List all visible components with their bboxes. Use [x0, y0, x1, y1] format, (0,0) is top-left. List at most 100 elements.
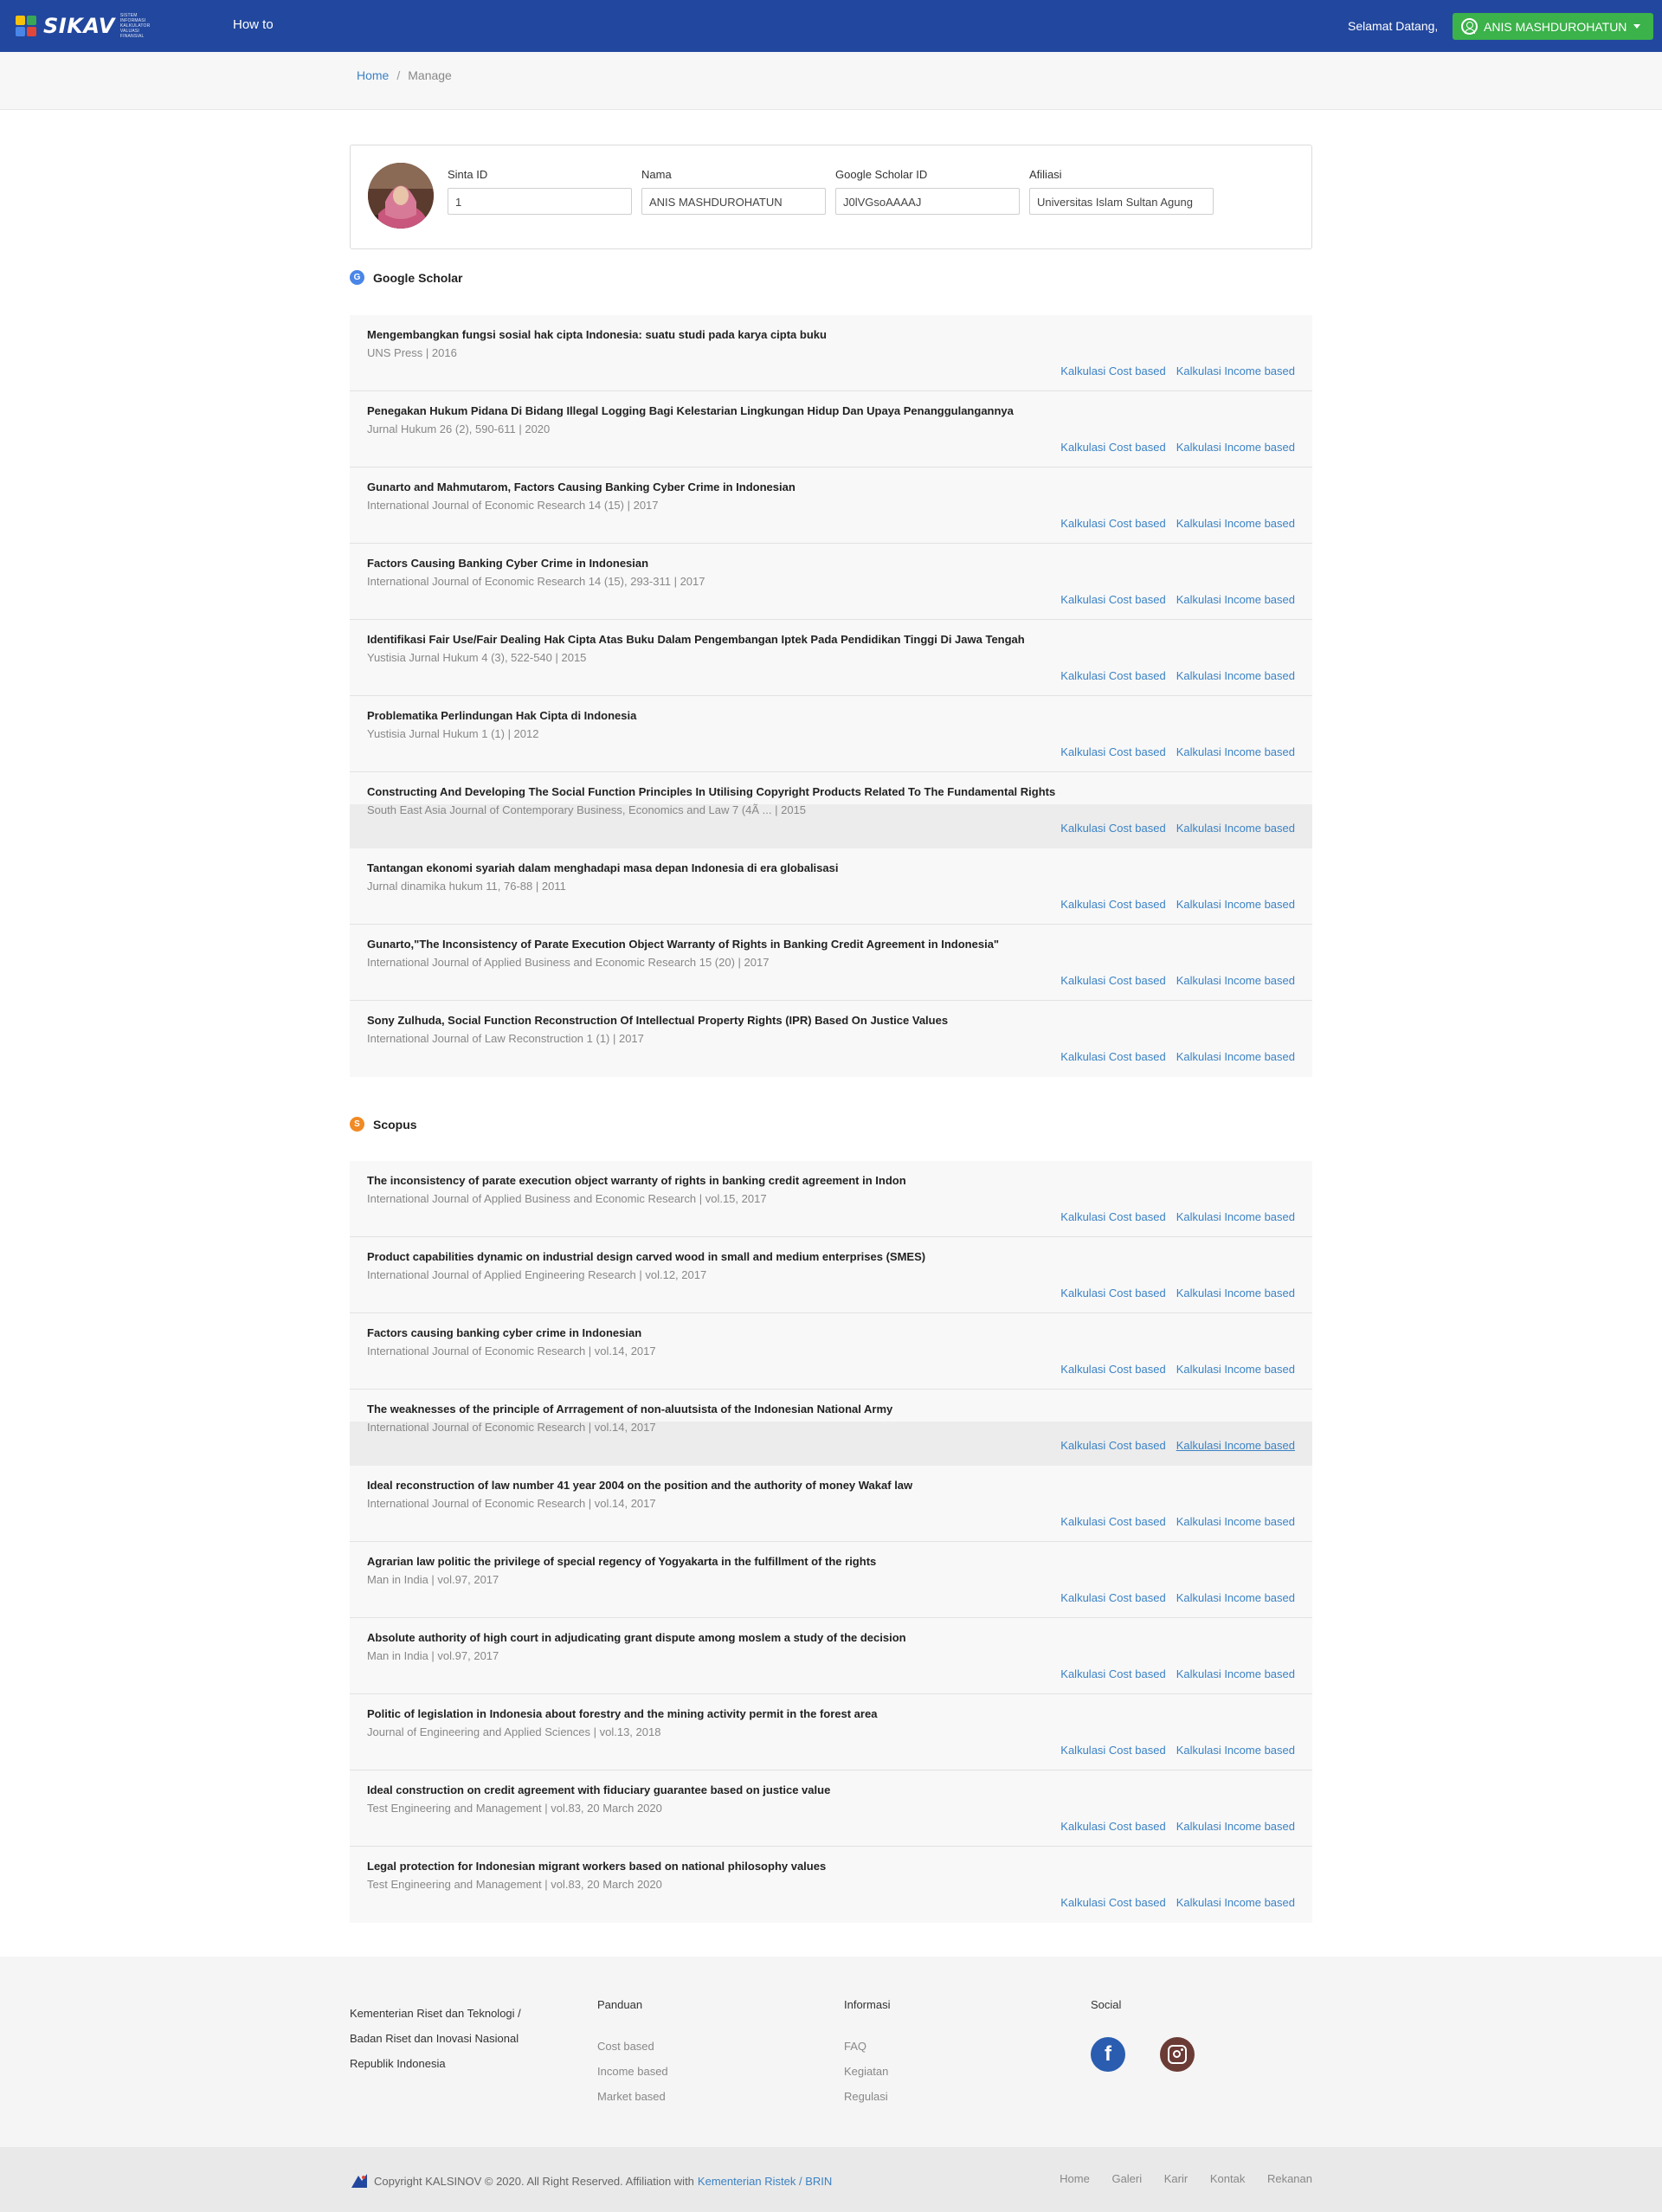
cost-based-link[interactable]: Kalkulasi Cost based	[1060, 1667, 1165, 1680]
sinta-id-input[interactable]: 1	[448, 188, 632, 215]
footer-link-market-based[interactable]: Market based	[597, 2084, 668, 2109]
nav-how-to-link[interactable]: How to	[233, 17, 274, 32]
publication-meta: Yustisia Jurnal Hukum 1 (1) | 2012	[367, 727, 539, 740]
calc-links: Kalkulasi Cost based Kalkulasi Income bas…	[1050, 1591, 1295, 1604]
income-based-link[interactable]: Kalkulasi Income based	[1176, 1439, 1295, 1452]
publication-title: Constructing And Developing The Social F…	[367, 785, 1056, 798]
income-based-link[interactable]: Kalkulasi Income based	[1176, 1591, 1295, 1604]
publication-title: Politic of legislation in Indonesia abou…	[367, 1707, 878, 1720]
calc-links: Kalkulasi Cost based Kalkulasi Income bas…	[1050, 1439, 1295, 1452]
income-based-link[interactable]: Kalkulasi Income based	[1176, 669, 1295, 682]
calc-links: Kalkulasi Cost based Kalkulasi Income bas…	[1050, 974, 1295, 987]
income-based-link[interactable]: Kalkulasi Income based	[1176, 593, 1295, 606]
sikav-logo[interactable]: SIKAV SISTEM INFORMASI KALKULATOR VALUAS…	[16, 13, 160, 39]
cost-based-link[interactable]: Kalkulasi Cost based	[1060, 898, 1165, 911]
publication-meta: Jurnal Hukum 26 (2), 590-611 | 2020	[367, 422, 551, 435]
income-based-link[interactable]: Kalkulasi Income based	[1176, 1820, 1295, 1833]
logo-tagline: SISTEM INFORMASI KALKULATOR VALUASI FINA…	[119, 13, 151, 39]
cost-based-link[interactable]: Kalkulasi Cost based	[1060, 822, 1165, 835]
cost-based-link[interactable]: Kalkulasi Cost based	[1060, 1896, 1165, 1909]
footer-link-faq[interactable]: FAQ	[844, 2034, 890, 2059]
income-based-link[interactable]: Kalkulasi Income based	[1176, 1210, 1295, 1223]
income-based-link[interactable]: Kalkulasi Income based	[1176, 1287, 1295, 1299]
google-scholar-icon: G	[350, 270, 364, 285]
publication-item: Sony Zulhuda, Social Function Reconstruc…	[350, 1001, 1312, 1077]
bottom-link-home[interactable]: Home	[1060, 2172, 1090, 2185]
footer	[0, 1957, 1662, 2147]
publication-meta: International Journal of Applied Busines…	[367, 956, 770, 969]
ministry-link[interactable]: Kementerian Ristek / BRIN	[698, 2175, 832, 2188]
income-based-link[interactable]: Kalkulasi Income based	[1176, 1896, 1295, 1909]
publication-item: The inconsistency of parate execution ob…	[350, 1161, 1312, 1237]
income-based-link[interactable]: Kalkulasi Income based	[1176, 1050, 1295, 1063]
cost-based-link[interactable]: Kalkulasi Cost based	[1060, 669, 1165, 682]
income-based-link[interactable]: Kalkulasi Income based	[1176, 745, 1295, 758]
cost-based-link[interactable]: Kalkulasi Cost based	[1060, 364, 1165, 377]
footer-link-kegiatan[interactable]: Kegiatan	[844, 2059, 890, 2084]
bottom-link-rekanan[interactable]: Rekanan	[1267, 2172, 1312, 2185]
scholar-id-input[interactable]: J0lVGsoAAAAJ	[835, 188, 1020, 215]
income-based-link[interactable]: Kalkulasi Income based	[1176, 822, 1295, 835]
cost-based-link[interactable]: Kalkulasi Cost based	[1060, 1820, 1165, 1833]
bottom-link-kontak[interactable]: Kontak	[1210, 2172, 1245, 2185]
income-based-link[interactable]: Kalkulasi Income based	[1176, 1363, 1295, 1376]
cost-based-link[interactable]: Kalkulasi Cost based	[1060, 1287, 1165, 1299]
facebook-icon[interactable]: f	[1091, 2037, 1125, 2072]
cost-based-link[interactable]: Kalkulasi Cost based	[1060, 1050, 1165, 1063]
bottom-link-galeri[interactable]: Galeri	[1111, 2172, 1142, 2185]
publication-title: Problematika Perlindungan Hak Cipta di I…	[367, 709, 637, 722]
income-based-link[interactable]: Kalkulasi Income based	[1176, 974, 1295, 987]
income-based-link[interactable]: Kalkulasi Income based	[1176, 1667, 1295, 1680]
footer-link-cost-based[interactable]: Cost based	[597, 2034, 668, 2059]
breadcrumb-home-link[interactable]: Home	[357, 68, 389, 82]
calc-links: Kalkulasi Cost based Kalkulasi Income bas…	[1050, 441, 1295, 454]
cost-based-link[interactable]: Kalkulasi Cost based	[1060, 745, 1165, 758]
cost-based-link[interactable]: Kalkulasi Cost based	[1060, 441, 1165, 454]
instagram-icon[interactable]	[1160, 2037, 1195, 2072]
income-based-link[interactable]: Kalkulasi Income based	[1176, 441, 1295, 454]
cost-based-link[interactable]: Kalkulasi Cost based	[1060, 1591, 1165, 1604]
cost-based-link[interactable]: Kalkulasi Cost based	[1060, 593, 1165, 606]
cost-based-link[interactable]: Kalkulasi Cost based	[1060, 974, 1165, 987]
publication-title: Sony Zulhuda, Social Function Reconstruc…	[367, 1014, 949, 1027]
cost-based-link[interactable]: Kalkulasi Cost based	[1060, 1515, 1165, 1528]
publication-title: Factors Causing Banking Cyber Crime in I…	[367, 557, 649, 570]
sinta-id-label: Sinta ID	[448, 168, 488, 181]
user-menu-button[interactable]: ANIS MASHDUROHATUN	[1453, 13, 1653, 40]
publication-item: Penegakan Hukum Pidana Di Bidang Illegal…	[350, 391, 1312, 468]
calc-links: Kalkulasi Cost based Kalkulasi Income bas…	[1050, 898, 1295, 911]
google-scholar-list: Mengembangkan fungsi sosial hak cipta In…	[350, 315, 1312, 1077]
publication-meta: Man in India | vol.97, 2017	[367, 1573, 499, 1586]
cost-based-link[interactable]: Kalkulasi Cost based	[1060, 1744, 1165, 1757]
scholar-id-label: Google Scholar ID	[835, 168, 928, 181]
kalsinov-logo-icon	[351, 2174, 367, 2188]
google-scholar-title: Google Scholar	[373, 270, 463, 285]
income-based-link[interactable]: Kalkulasi Income based	[1176, 898, 1295, 911]
scopus-icon: S	[350, 1117, 364, 1132]
footer-panduan-heading: Panduan	[597, 1998, 643, 2011]
publication-item: Factors Causing Banking Cyber Crime in I…	[350, 544, 1312, 620]
income-based-link[interactable]: Kalkulasi Income based	[1176, 364, 1295, 377]
footer-link-regulasi[interactable]: Regulasi	[844, 2084, 890, 2109]
caret-down-icon	[1633, 24, 1641, 29]
afiliasi-input[interactable]: Universitas Islam Sultan Agung	[1029, 188, 1214, 215]
bottom-link-karir[interactable]: Karir	[1164, 2172, 1188, 2185]
income-based-link[interactable]: Kalkulasi Income based	[1176, 1515, 1295, 1528]
publication-meta: International Journal of Economic Resear…	[367, 499, 659, 512]
scholar-id-field: Google Scholar ID J0lVGsoAAAAJ	[835, 168, 1020, 215]
publication-item: The weaknesses of the principle of Arrra…	[350, 1390, 1312, 1466]
income-based-link[interactable]: Kalkulasi Income based	[1176, 517, 1295, 530]
publication-title: Penegakan Hukum Pidana Di Bidang Illegal…	[367, 404, 1014, 417]
footer-informasi-heading: Informasi	[844, 1998, 891, 2011]
breadcrumb: Home / Manage	[357, 68, 452, 82]
cost-based-link[interactable]: Kalkulasi Cost based	[1060, 1363, 1165, 1376]
cost-based-link[interactable]: Kalkulasi Cost based	[1060, 517, 1165, 530]
calc-links: Kalkulasi Cost based Kalkulasi Income bas…	[1050, 517, 1295, 530]
income-based-link[interactable]: Kalkulasi Income based	[1176, 1744, 1295, 1757]
avatar	[368, 163, 434, 229]
logo-text: SIKAV	[43, 14, 115, 38]
cost-based-link[interactable]: Kalkulasi Cost based	[1060, 1439, 1165, 1452]
nama-input[interactable]: ANIS MASHDUROHATUN	[641, 188, 826, 215]
cost-based-link[interactable]: Kalkulasi Cost based	[1060, 1210, 1165, 1223]
footer-link-income-based[interactable]: Income based	[597, 2059, 668, 2084]
